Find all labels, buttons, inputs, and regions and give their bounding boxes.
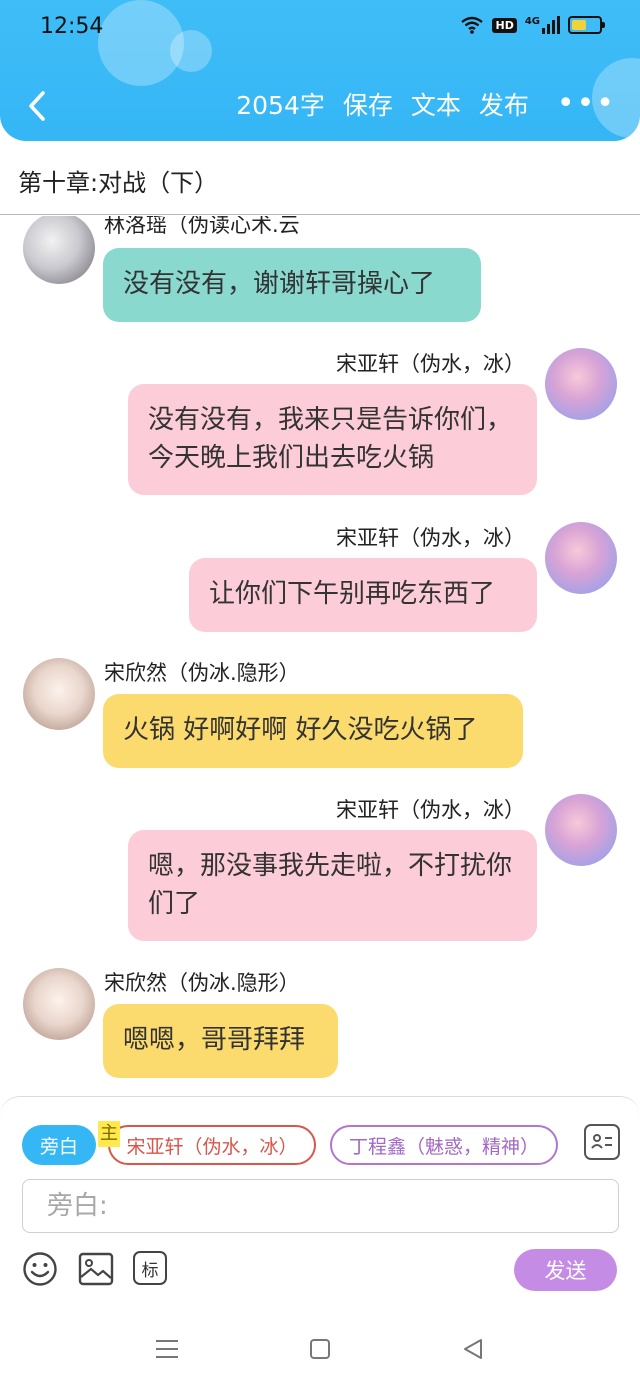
status-time: 12:54 <box>40 14 104 39</box>
chat-area[interactable]: 林洛瑶（伪读心术.云 没有没有，谢谢轩哥操心了 宋亚轩（伪水，冰） 没有没有，我… <box>0 216 640 1096</box>
text-button[interactable]: 文本 <box>411 86 461 122</box>
role-chip-song-yaxuan[interactable]: 宋亚轩（伪水，冰） <box>108 1125 316 1165</box>
message-bubble[interactable]: 没有没有，我来只是告诉你们，今天晚上我们出去吃火锅 <box>128 384 537 495</box>
sender-name: 宋亚轩（伪水，冰） <box>336 352 525 376</box>
triangle-back-icon <box>464 1339 482 1359</box>
network-label: 4G <box>524 16 540 27</box>
system-nav-bar <box>0 1310 640 1387</box>
decor-bubble <box>170 30 212 72</box>
avatar[interactable] <box>23 658 95 730</box>
role-list-button[interactable] <box>584 1124 620 1160</box>
message-input[interactable] <box>22 1179 619 1233</box>
back-nav-button[interactable] <box>459 1335 487 1363</box>
menu-nav-button[interactable] <box>153 1335 181 1363</box>
avatar[interactable] <box>545 522 617 594</box>
header-toolbar: 2054字 保存 文本 发布 ••• <box>236 86 616 122</box>
chevron-left-icon <box>29 91 45 121</box>
chapter-bar: 第十章:对战（下） <box>0 141 640 215</box>
mark-button[interactable]: 标 <box>133 1251 167 1285</box>
word-count: 2054字 <box>236 91 325 120</box>
sender-name: 林洛瑶（伪读心术.云 <box>104 216 300 237</box>
image-button[interactable] <box>78 1251 114 1287</box>
top-header: 12:54 HD 4G 2054字 保存 文本 发布 ••• <box>0 0 640 141</box>
sender-name: 宋亚轩（伪水，冰） <box>336 798 525 822</box>
emoji-button[interactable] <box>22 1251 58 1287</box>
hd-badge: HD <box>492 17 517 33</box>
role-chip-narration[interactable]: 旁白 <box>22 1125 96 1165</box>
image-icon <box>78 1252 114 1286</box>
message-bubble[interactable]: 火锅 好啊好啊 好久没吃火锅了 <box>103 694 523 768</box>
menu-icon <box>156 1340 178 1358</box>
back-button[interactable] <box>22 88 52 124</box>
publish-button[interactable]: 发布 <box>479 86 529 122</box>
wifi-icon <box>461 16 484 34</box>
role-chip-ding-chengxin[interactable]: 丁程鑫（魅惑，精神） <box>330 1125 558 1165</box>
signal-icon: 4G <box>525 16 560 34</box>
send-button[interactable]: 发送 <box>514 1249 617 1291</box>
sender-name: 宋亚轩（伪水，冰） <box>336 526 525 550</box>
square-icon <box>310 1339 330 1359</box>
message-bubble[interactable]: 嗯，那没事我先走啦，不打扰你们了 <box>128 830 537 941</box>
emoji-icon <box>23 1252 57 1286</box>
compose-panel: 旁白 宋亚轩（伪水，冰） 主 丁程鑫（魅惑，精神） 标 发送 <box>0 1096 640 1310</box>
avatar[interactable] <box>545 348 617 420</box>
main-character-tag: 主 <box>98 1121 120 1147</box>
more-icon[interactable]: ••• <box>557 89 616 119</box>
message-bubble[interactable]: 没有没有，谢谢轩哥操心了 <box>103 248 481 322</box>
contact-card-icon <box>591 1134 612 1149</box>
avatar[interactable] <box>545 794 617 866</box>
avatar[interactable] <box>23 968 95 1040</box>
sender-name: 宋欣然（伪冰.隐形） <box>104 661 300 685</box>
save-button[interactable]: 保存 <box>343 86 393 122</box>
message-bubble[interactable]: 让你们下午别再吃东西了 <box>189 558 537 632</box>
home-nav-button[interactable] <box>306 1335 334 1363</box>
battery-icon <box>568 16 605 34</box>
chapter-title[interactable]: 第十章:对战（下） <box>18 163 218 198</box>
avatar[interactable] <box>23 216 95 284</box>
message-bubble[interactable]: 嗯嗯，哥哥拜拜 <box>103 1004 338 1078</box>
status-icons: HD 4G <box>460 16 605 34</box>
sender-name: 宋欣然（伪冰.隐形） <box>104 971 300 995</box>
